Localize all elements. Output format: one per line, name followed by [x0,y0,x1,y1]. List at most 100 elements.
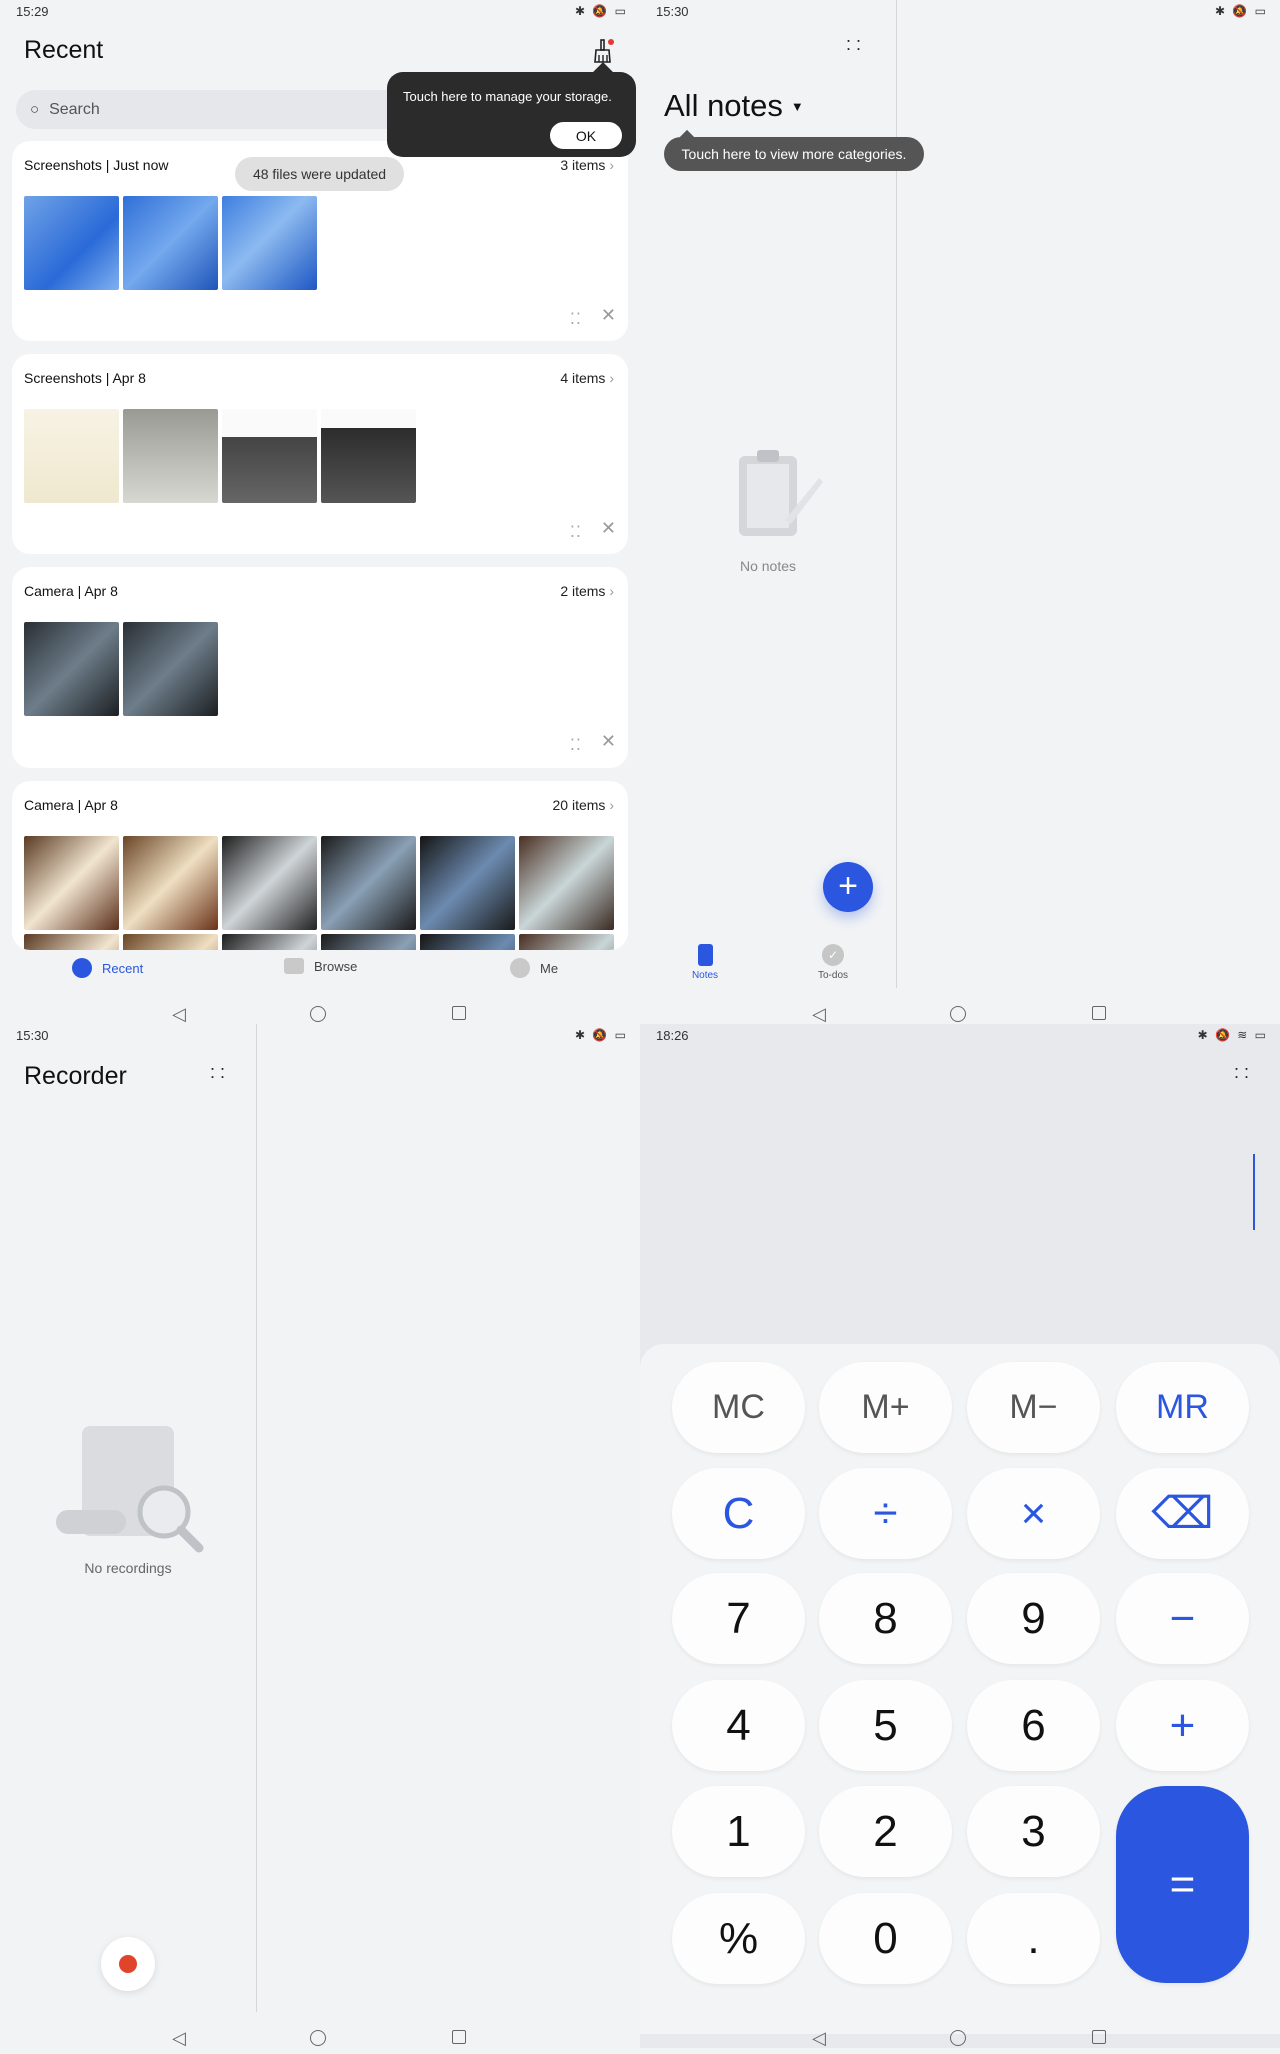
key-1-0[interactable]: C [672,1468,805,1559]
add-note-button[interactable]: + [823,862,873,912]
navigation-bar: ◁ [0,1004,640,1030]
card-count-link[interactable]: 4 items › [560,370,614,386]
text-cursor [1253,1154,1255,1230]
key-1-1[interactable]: ÷ [819,1468,952,1559]
card-count-link[interactable]: 20 items › [553,797,614,813]
divider [256,1024,257,2012]
key-5-1[interactable]: 0 [819,1893,952,1984]
thumbnail[interactable] [321,836,416,930]
category-dropdown[interactable]: All notes ▼ [664,88,804,124]
thumbnail[interactable] [24,622,119,716]
status-time: 18:26 [656,1028,689,1043]
equals-key[interactable]: = [1116,1786,1249,1983]
tab-notes[interactable]: Notes [680,944,730,981]
card-title: Screenshots | Apr 8 [24,370,146,386]
page-title: Recorder [24,1062,127,1090]
key-3-1[interactable]: 5 [819,1680,952,1771]
back-icon[interactable]: ◁ [172,1004,186,1025]
input-display[interactable] [640,1054,1280,1344]
back-icon[interactable]: ◁ [172,2028,186,2049]
close-icon[interactable]: ✕ [601,731,616,752]
close-icon[interactable]: ✕ [601,305,616,326]
back-icon[interactable]: ◁ [812,1004,826,1025]
storage-cleanup-icon[interactable] [592,38,614,64]
empty-text: No recordings [84,1560,172,1576]
home-icon[interactable] [310,2030,326,2046]
caret-down-icon: ▼ [790,98,804,114]
thumbnail[interactable] [321,934,416,950]
tab-browse[interactable]: Browse [284,958,357,974]
thumbnail[interactable] [222,196,317,290]
drag-handle-icon[interactable]: ⁚⁚ [570,522,582,542]
record-button[interactable] [101,1937,155,1991]
key-5-2[interactable]: . [967,1893,1100,1984]
tab-me[interactable]: Me [510,958,558,978]
thumbnail[interactable] [123,622,218,716]
search-placeholder: Search [49,100,100,118]
card-count-link[interactable]: 2 items › [560,583,614,599]
recents-icon[interactable] [452,1006,466,1020]
key-1-2[interactable]: × [967,1468,1100,1559]
thumbnail[interactable] [519,836,614,930]
home-icon[interactable] [950,2030,966,2046]
close-icon[interactable]: ✕ [601,518,616,539]
thumbnail[interactable] [519,934,614,950]
drag-handle-icon[interactable]: ⁚⁚ [570,735,582,755]
thumbnail[interactable] [123,836,218,930]
thumbnail[interactable] [123,409,218,503]
notes-icon [697,944,713,966]
notes-title: All notes [664,88,783,123]
key-4-0[interactable]: 1 [672,1786,805,1877]
thumbnail[interactable] [24,836,119,930]
key-2-0[interactable]: 7 [672,1573,805,1664]
key-1-3[interactable]: ⌫ [1116,1468,1249,1559]
recents-icon[interactable] [1092,1006,1106,1020]
thumbnail[interactable] [24,934,119,950]
thumbnail[interactable] [420,836,515,930]
key-0-3[interactable]: MR [1116,1362,1249,1453]
key-5-0[interactable]: % [672,1893,805,1984]
toast: 48 files were updated [235,157,404,191]
check-icon: ✓ [822,944,844,966]
key-0-2[interactable]: M− [967,1362,1100,1453]
key-0-1[interactable]: M+ [819,1362,952,1453]
key-2-2[interactable]: 9 [967,1573,1100,1664]
key-4-1[interactable]: 2 [819,1786,952,1877]
thumbnail[interactable] [222,836,317,930]
thumbnail[interactable] [123,934,218,950]
thumbnail-grid [24,409,624,503]
tab-label: Me [540,960,559,976]
thumbnail[interactable] [24,196,119,290]
drag-handle-icon[interactable]: ⁚⁚ [570,309,582,329]
thumbnail[interactable] [321,409,416,503]
card-count-link[interactable]: 3 items › [560,157,614,173]
notes-app: 15:30 ✱ 🔕 ▭ : : All notes ▼ Touch here to… [640,0,1280,1024]
home-icon[interactable] [950,1006,966,1022]
thumbnail[interactable] [420,934,515,950]
tab-recent[interactable]: Recent [72,958,143,978]
ok-button[interactable]: OK [550,122,622,149]
thumbnail[interactable] [222,409,317,503]
tab-label: Notes [691,970,719,981]
thumbnail[interactable] [123,196,218,290]
key-4-2[interactable]: 3 [967,1786,1100,1877]
key-3-0[interactable]: 4 [672,1680,805,1771]
recents-icon[interactable] [1092,2030,1106,2044]
recents-icon[interactable] [452,2030,466,2044]
thumbnail[interactable] [222,934,317,950]
thumbnail[interactable] [24,409,119,503]
more-options-icon[interactable]: : : [210,1063,225,1081]
thumbnail-grid [24,196,624,290]
key-0-0[interactable]: MC [672,1362,805,1453]
tab-todos[interactable]: ✓ To-dos [808,944,858,981]
key-2-3[interactable]: − [1116,1573,1249,1664]
key-2-1[interactable]: 8 [819,1573,952,1664]
home-icon[interactable] [310,1006,326,1022]
key-3-2[interactable]: 6 [967,1680,1100,1771]
folder-icon [284,958,304,974]
back-icon[interactable]: ◁ [812,2028,826,2049]
key-3-3[interactable]: + [1116,1680,1249,1771]
page-title: Recent [24,36,104,64]
more-options-icon[interactable]: : : [846,35,861,53]
calculator-app: 18:26 ✱ 🔕 ≋ ▭ : : MC M+ M− MR C ÷ × ⌫ 7 8 9−4 5 6 +1 2… [640,1024,1280,2048]
